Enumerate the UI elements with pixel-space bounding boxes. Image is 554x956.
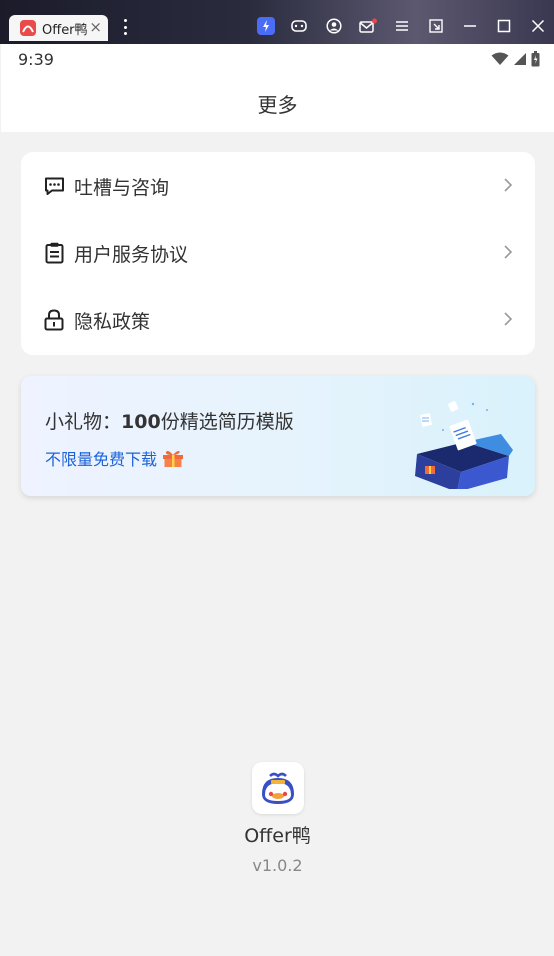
maximize-icon[interactable]: [495, 17, 513, 35]
gift-subtitle-text: 不限量免费下载: [45, 450, 158, 469]
lock-icon: [43, 309, 65, 331]
status-time: 9:39: [18, 50, 54, 69]
page-title: 更多: [257, 92, 298, 117]
app-name: Offer鸭: [244, 825, 311, 847]
app-logo: [252, 762, 304, 814]
minimize-icon[interactable]: [461, 17, 479, 35]
tab-close-button[interactable]: ×: [89, 18, 102, 36]
menu-icon[interactable]: [393, 17, 411, 35]
wifi-icon: [491, 52, 509, 65]
gift-box-icon: [163, 451, 184, 467]
app-version: v1.0.2: [252, 856, 303, 875]
gamepad-icon[interactable]: [290, 17, 308, 35]
status-icons: [491, 51, 540, 67]
menu-item-label: 隐私政策: [74, 311, 151, 333]
gift-title-number: 100: [121, 411, 161, 433]
chat-bubble-icon: [43, 175, 65, 197]
nav-bar: 更多: [1, 74, 554, 132]
battery-icon: [531, 51, 540, 67]
menu-card: 吐槽与咨询 用户服务协议 隐私政策: [21, 152, 535, 355]
status-bar: 9:39: [1, 44, 554, 74]
cellular-signal-icon: [514, 53, 526, 65]
resume-template-gift-banner[interactable]: 小礼物：100份精选简历模版 不限量免费下载: [21, 376, 535, 496]
chevron-right-icon: [504, 178, 513, 192]
boost-icon[interactable]: [257, 17, 275, 35]
close-icon[interactable]: [529, 17, 547, 35]
mail-icon[interactable]: [359, 17, 377, 35]
gift-banner-subtitle: 不限量免费下载: [45, 446, 184, 470]
app-tab-logo-icon: [20, 20, 36, 36]
gift-title-suffix: 份精选简历模版: [160, 411, 294, 433]
window-title-bar: Offer鸭 ×: [0, 0, 554, 44]
menu-item-label: 吐槽与咨询: [74, 177, 170, 199]
clipboard-icon: [43, 242, 65, 264]
more-options-icon[interactable]: [120, 17, 130, 37]
gift-title-prefix: 小礼物：: [45, 411, 122, 433]
app-tab-label: Offer鸭: [42, 22, 88, 38]
account-icon[interactable]: [325, 17, 343, 35]
phone-screen: 9:39 更多 吐槽与咨询 用户服务协议 隐私政策 小礼物：100份精选简历模版…: [1, 44, 554, 956]
menu-item-feedback[interactable]: 吐槽与咨询: [21, 152, 535, 219]
app-tab[interactable]: Offer鸭 ×: [9, 15, 108, 41]
menu-item-privacy-policy[interactable]: 隐私政策: [21, 286, 535, 353]
menu-item-user-agreement[interactable]: 用户服务协议: [21, 219, 535, 286]
resize-window-icon[interactable]: [427, 17, 445, 35]
gift-banner-title: 小礼物：100份精选简历模版: [45, 407, 294, 434]
resume-box-illustration: [415, 401, 513, 489]
menu-item-label: 用户服务协议: [74, 244, 189, 266]
chevron-right-icon: [504, 245, 513, 259]
chevron-right-icon: [504, 312, 513, 326]
